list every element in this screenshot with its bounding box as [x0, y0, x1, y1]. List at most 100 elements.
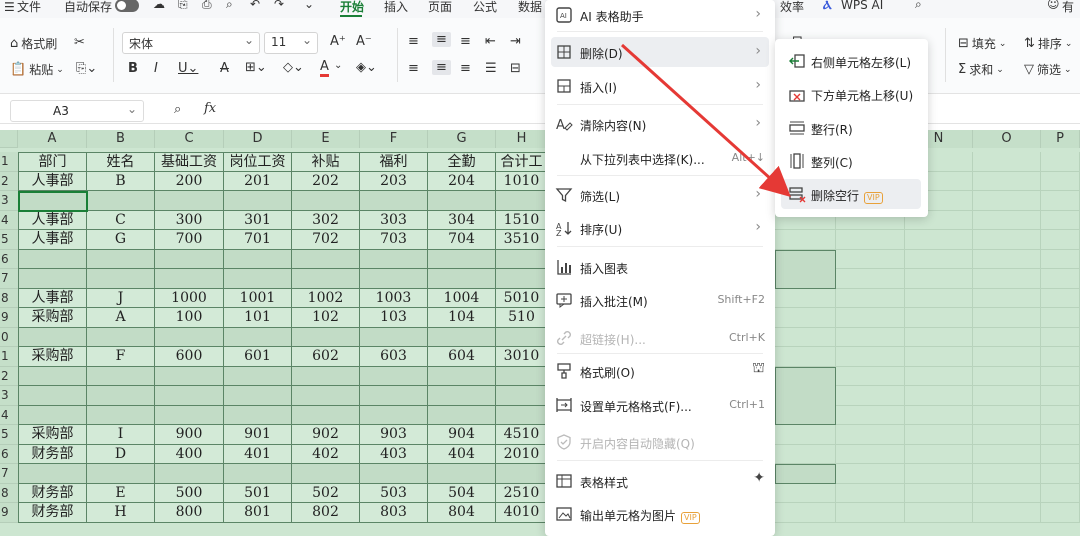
column-header-a[interactable]: A [18, 130, 87, 148]
grid-cell[interactable] [836, 386, 905, 406]
table-cell[interactable]: 100 [155, 308, 224, 328]
table-cell[interactable]: 4010 [496, 503, 548, 523]
empty-cell[interactable] [87, 249, 155, 269]
grid-cell[interactable] [836, 308, 905, 328]
table-cell[interactable]: 采购部 [18, 347, 87, 367]
row-header[interactable]: 7 [0, 464, 18, 484]
grid-cell[interactable] [836, 230, 905, 250]
chevron-down-icon[interactable]: ⌄ [334, 60, 342, 71]
share-icon[interactable]: ⎘ [178, 0, 188, 12]
decrease-font-icon[interactable]: A⁻ [356, 34, 372, 49]
empty-cell[interactable] [496, 464, 548, 484]
grid-cell[interactable] [836, 269, 905, 289]
empty-cell[interactable] [428, 366, 496, 386]
table-cell[interactable]: 部门 [18, 152, 87, 172]
paste-button[interactable]: 📋 粘贴 ⌄ [10, 61, 64, 78]
align-top-icon[interactable]: ≡ [408, 34, 419, 49]
table-cell[interactable]: 803 [360, 503, 428, 523]
chevron-down-icon[interactable]: ⌄ [304, 0, 314, 11]
cut-icon[interactable]: ✂ [74, 35, 85, 50]
grid-cell[interactable] [973, 386, 1041, 406]
empty-cell[interactable] [224, 191, 292, 211]
menu-item-export-image[interactable]: 输出单元格为图片 VIP [545, 499, 775, 529]
empty-cell[interactable] [428, 405, 496, 425]
submenu-item-shift-left[interactable]: 右侧单元格左移(L) [775, 46, 928, 76]
strikethrough-icon[interactable]: A [220, 61, 229, 76]
table-cell[interactable]: 岗位工资 [224, 152, 292, 172]
grid-cell[interactable] [1041, 464, 1080, 484]
empty-cell[interactable] [360, 191, 428, 211]
empty-cell[interactable] [18, 249, 87, 269]
table-cell[interactable]: 900 [155, 425, 224, 445]
row-header[interactable]: 3 [0, 191, 18, 211]
empty-cell[interactable] [428, 249, 496, 269]
menu-item-format-painter[interactable]: 格式刷(O) ⛫ [545, 356, 775, 386]
column-header-o[interactable]: O [973, 130, 1041, 148]
border-icon[interactable]: ⊞⌄ [245, 60, 267, 75]
empty-cell[interactable] [360, 366, 428, 386]
grid-cell[interactable] [1041, 503, 1080, 523]
table-cell[interactable]: 702 [292, 230, 360, 250]
grid-cell[interactable] [1041, 210, 1080, 230]
grid-cell[interactable] [905, 444, 973, 464]
table-cell[interactable]: 姓名 [87, 152, 155, 172]
row-header[interactable]: 8 [0, 483, 18, 503]
table-cell[interactable]: 人事部 [18, 210, 87, 230]
table-cell[interactable]: 401 [224, 444, 292, 464]
grid-cell[interactable] [973, 327, 1041, 347]
table-cell[interactable]: 3010 [496, 347, 548, 367]
grid-cell[interactable] [836, 464, 905, 484]
empty-cell[interactable] [224, 269, 292, 289]
zoom-icon[interactable]: ⌕ [174, 102, 181, 117]
table-cell[interactable]: 财务部 [18, 444, 87, 464]
table-cell[interactable]: 2510 [496, 483, 548, 503]
table-cell[interactable]: 510 [496, 308, 548, 328]
table-cell[interactable]: 203 [360, 171, 428, 191]
table-cell[interactable]: 400 [155, 444, 224, 464]
grid-cell[interactable] [1041, 483, 1080, 503]
table-cell[interactable]: 采购部 [18, 308, 87, 328]
table-cell[interactable]: 104 [428, 308, 496, 328]
grid-cell[interactable] [973, 308, 1041, 328]
fill-color-icon[interactable]: ◇⌄ [283, 60, 304, 75]
menu-item-insert-chart[interactable]: 插入图表 [545, 252, 775, 282]
table-cell[interactable]: 300 [155, 210, 224, 230]
grid-cell[interactable] [905, 288, 973, 308]
empty-cell[interactable] [155, 366, 224, 386]
column-header-e[interactable]: E [292, 130, 360, 148]
grid-cell[interactable] [973, 444, 1041, 464]
chevron-down-icon[interactable]: ⌄ [127, 102, 137, 116]
table-cell[interactable]: 1004 [428, 288, 496, 308]
align-center-icon[interactable]: ≡ [432, 60, 451, 75]
table-cell[interactable]: 501 [224, 483, 292, 503]
grid-cell[interactable] [905, 327, 973, 347]
empty-cell[interactable] [775, 464, 836, 484]
empty-cell[interactable] [155, 386, 224, 406]
grid-cell[interactable] [973, 464, 1041, 484]
autosave-toggle[interactable] [115, 0, 139, 12]
empty-cell[interactable] [428, 327, 496, 347]
table-cell[interactable]: 500 [155, 483, 224, 503]
table-cell[interactable]: I [87, 425, 155, 445]
font-color-icon[interactable]: A [320, 60, 329, 77]
empty-cell[interactable] [428, 386, 496, 406]
grid-cell[interactable] [973, 210, 1041, 230]
sort-button[interactable]: ⇅ 排序 ⌄ [1024, 35, 1072, 52]
grid-cell[interactable] [836, 405, 905, 425]
empty-cell[interactable] [292, 249, 360, 269]
grid-cell[interactable] [973, 288, 1041, 308]
search-icon[interactable]: ⌕ [915, 0, 922, 12]
table-cell[interactable]: 403 [360, 444, 428, 464]
empty-cell[interactable] [360, 249, 428, 269]
empty-cell[interactable] [87, 327, 155, 347]
row-header[interactable]: 9 [0, 308, 18, 328]
grid-cell[interactable] [1041, 191, 1080, 211]
grid-cell[interactable] [1041, 171, 1080, 191]
grid-cell[interactable] [836, 366, 905, 386]
empty-cell[interactable] [496, 405, 548, 425]
redo-icon[interactable]: ↷ [274, 0, 284, 11]
table-cell[interactable]: 502 [292, 483, 360, 503]
grid-cell[interactable] [775, 308, 836, 328]
row-header[interactable]: 0 [0, 327, 18, 347]
submenu-item-delete-blank-rows[interactable]: 删除空行 VIP [781, 179, 921, 209]
